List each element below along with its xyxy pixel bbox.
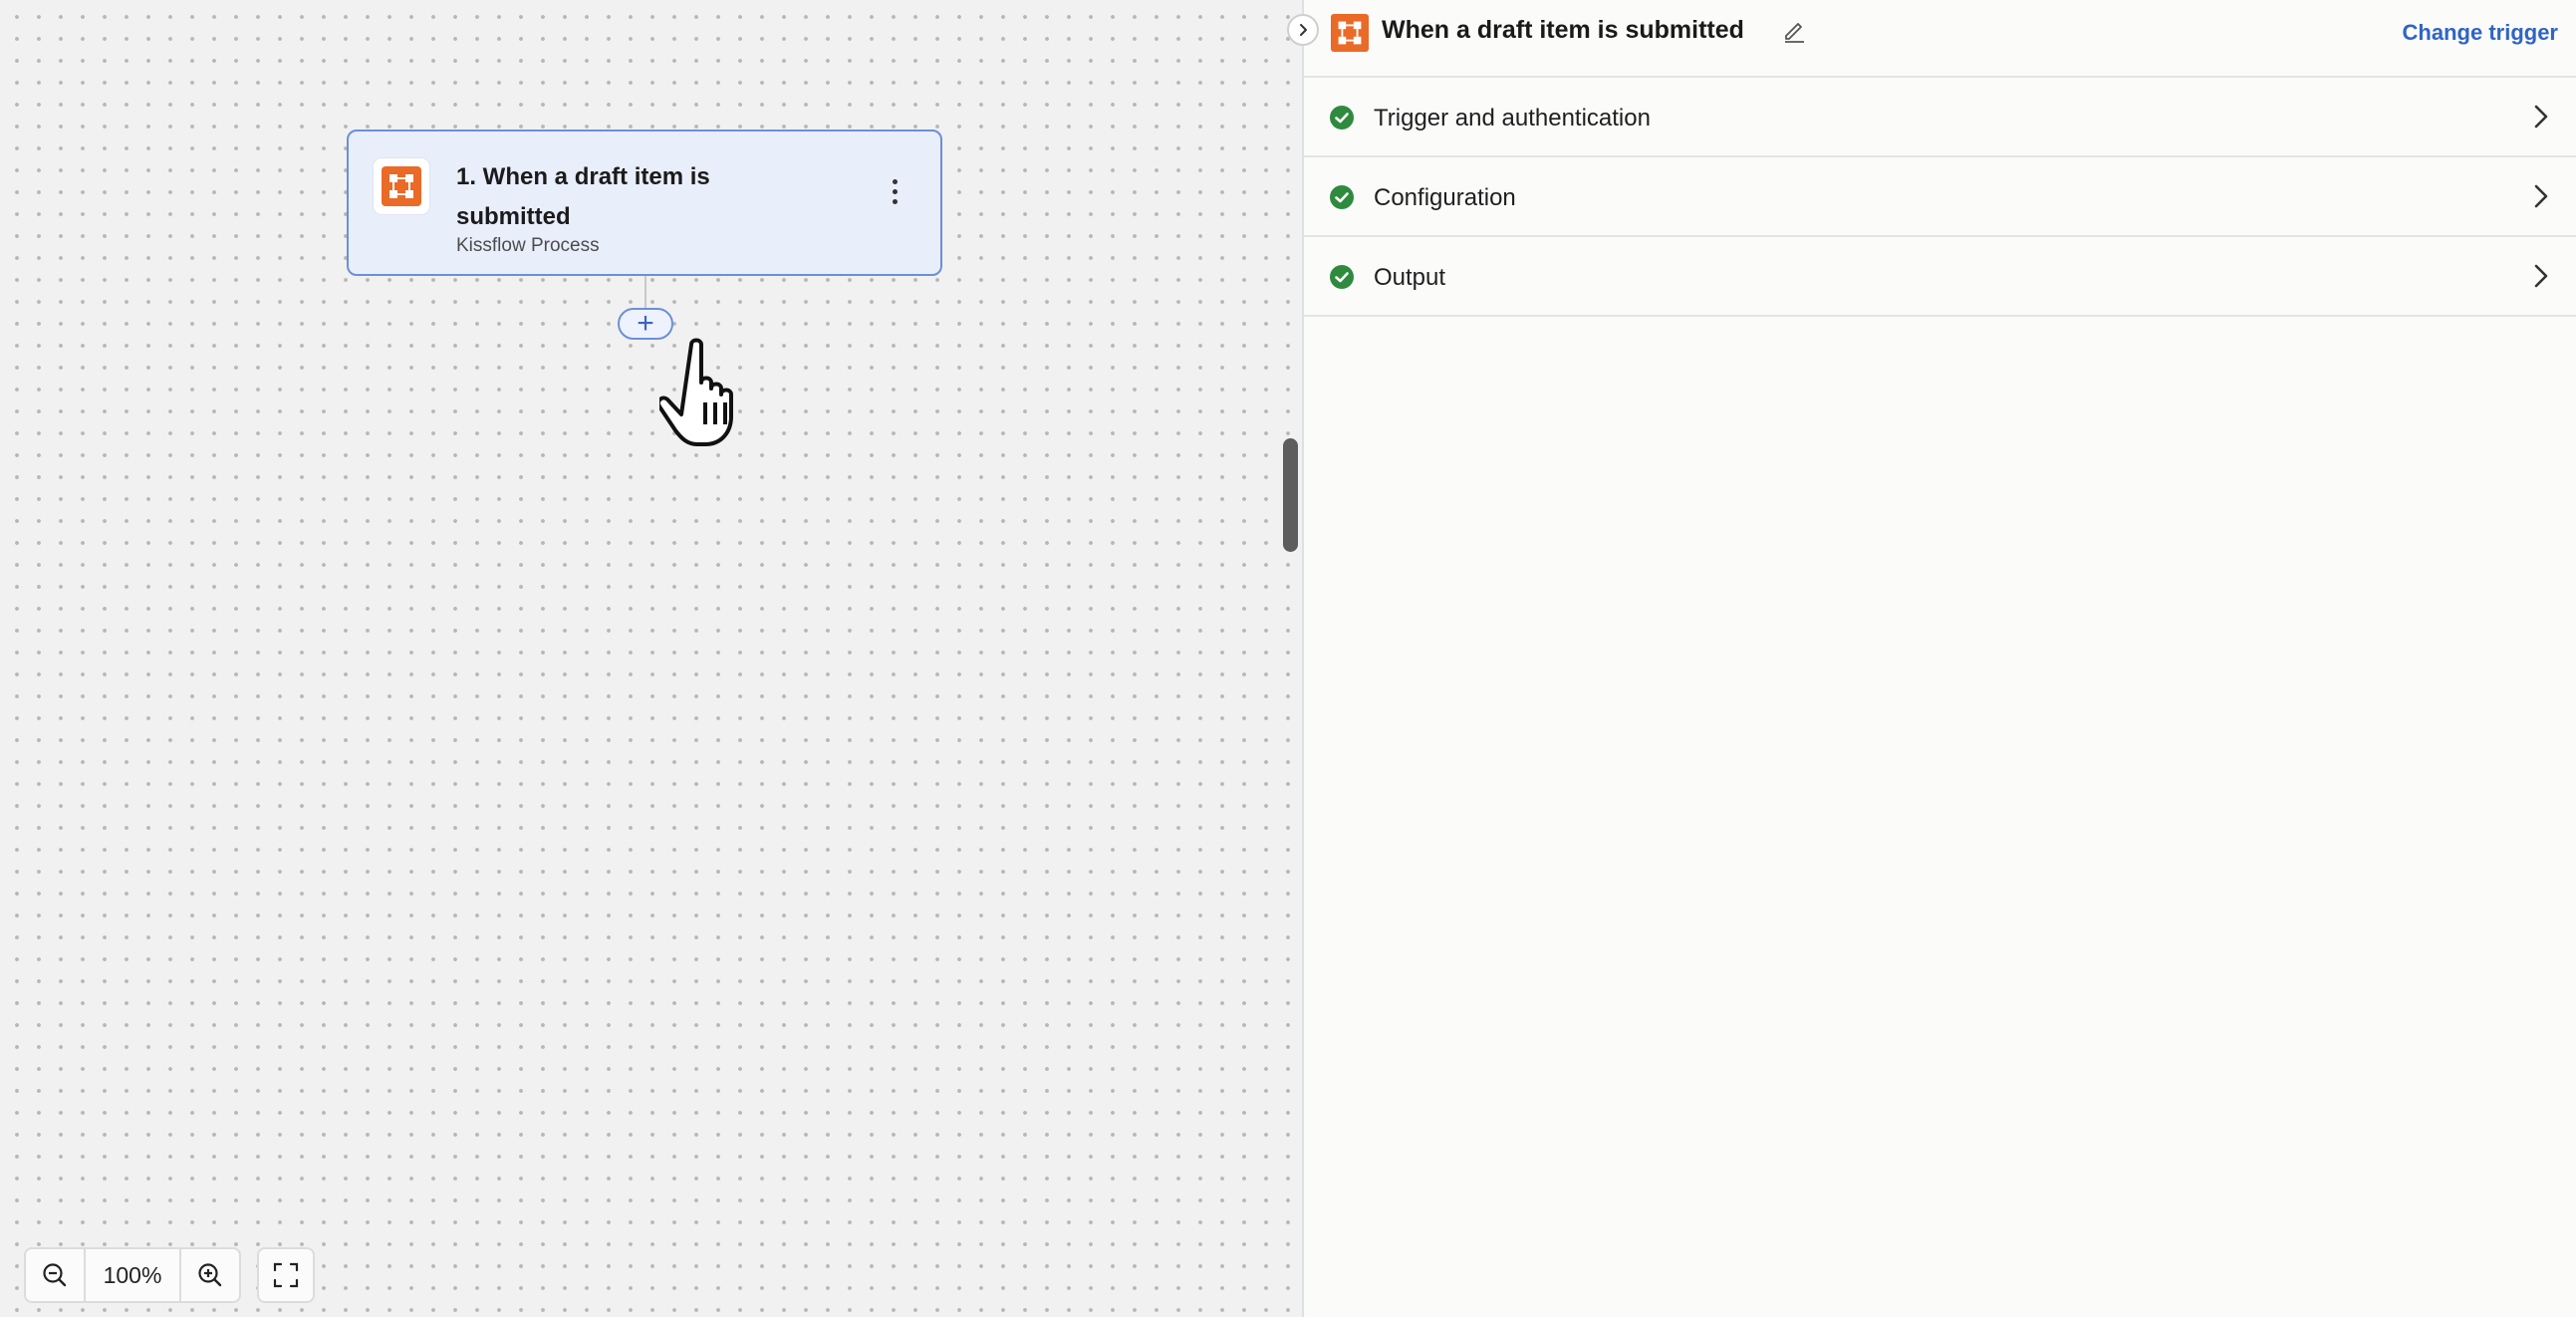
step-more-options-icon[interactable] — [883, 171, 906, 211]
trigger-step-card[interactable]: 1. When a draft item is submitted Kissfl… — [347, 130, 942, 276]
section-configuration[interactable]: Configuration — [1304, 157, 2576, 237]
panel-resize-handle[interactable] — [1283, 438, 1298, 552]
zoom-in-button[interactable] — [181, 1249, 239, 1301]
chevron-right-icon — [2534, 184, 2548, 208]
step-app-name: Kissflow Process — [456, 235, 600, 256]
chevron-right-icon — [2534, 105, 2548, 129]
workflow-canvas[interactable]: 1. When a draft item is submitted Kissfl… — [0, 0, 1302, 1317]
kissflow-logo-icon — [382, 166, 421, 206]
zoom-in-icon — [198, 1263, 222, 1287]
fit-screen-icon — [273, 1262, 299, 1288]
success-check-icon — [1330, 265, 1354, 289]
success-check-icon — [1330, 185, 1354, 209]
section-label: Configuration — [1374, 184, 1516, 211]
section-output[interactable]: Output — [1304, 237, 2576, 317]
chevron-right-icon — [1300, 24, 1307, 36]
success-check-icon — [1330, 106, 1354, 130]
step-title: 1. When a draft item is submitted — [456, 163, 710, 230]
hand-pointer-cursor-icon — [659, 338, 733, 446]
zoom-level: 100% — [84, 1249, 181, 1301]
step-details-panel: When a draft item is submitted Change tr… — [1304, 0, 2576, 1317]
chevron-right-icon — [2534, 264, 2548, 288]
zoom-out-icon — [43, 1263, 67, 1287]
zoom-controls: 100% — [24, 1247, 241, 1303]
fit-to-screen-button[interactable] — [257, 1247, 315, 1303]
panel-header: When a draft item is submitted Change tr… — [1304, 0, 2576, 78]
zoom-out-button[interactable] — [26, 1249, 84, 1301]
kissflow-logo-icon — [1331, 14, 1369, 52]
section-trigger-authentication[interactable]: Trigger and authentication — [1304, 78, 2576, 157]
step-app-tile — [374, 158, 429, 214]
panel-title: When a draft item is submitted — [1382, 16, 1744, 44]
change-trigger-link[interactable]: Change trigger — [2403, 20, 2558, 46]
section-label: Output — [1374, 264, 1446, 291]
collapse-panel-button[interactable] — [1287, 14, 1319, 46]
edit-title-pencil-icon[interactable] — [1780, 16, 1808, 44]
section-label: Trigger and authentication — [1374, 105, 1651, 132]
step-connector — [644, 276, 646, 308]
